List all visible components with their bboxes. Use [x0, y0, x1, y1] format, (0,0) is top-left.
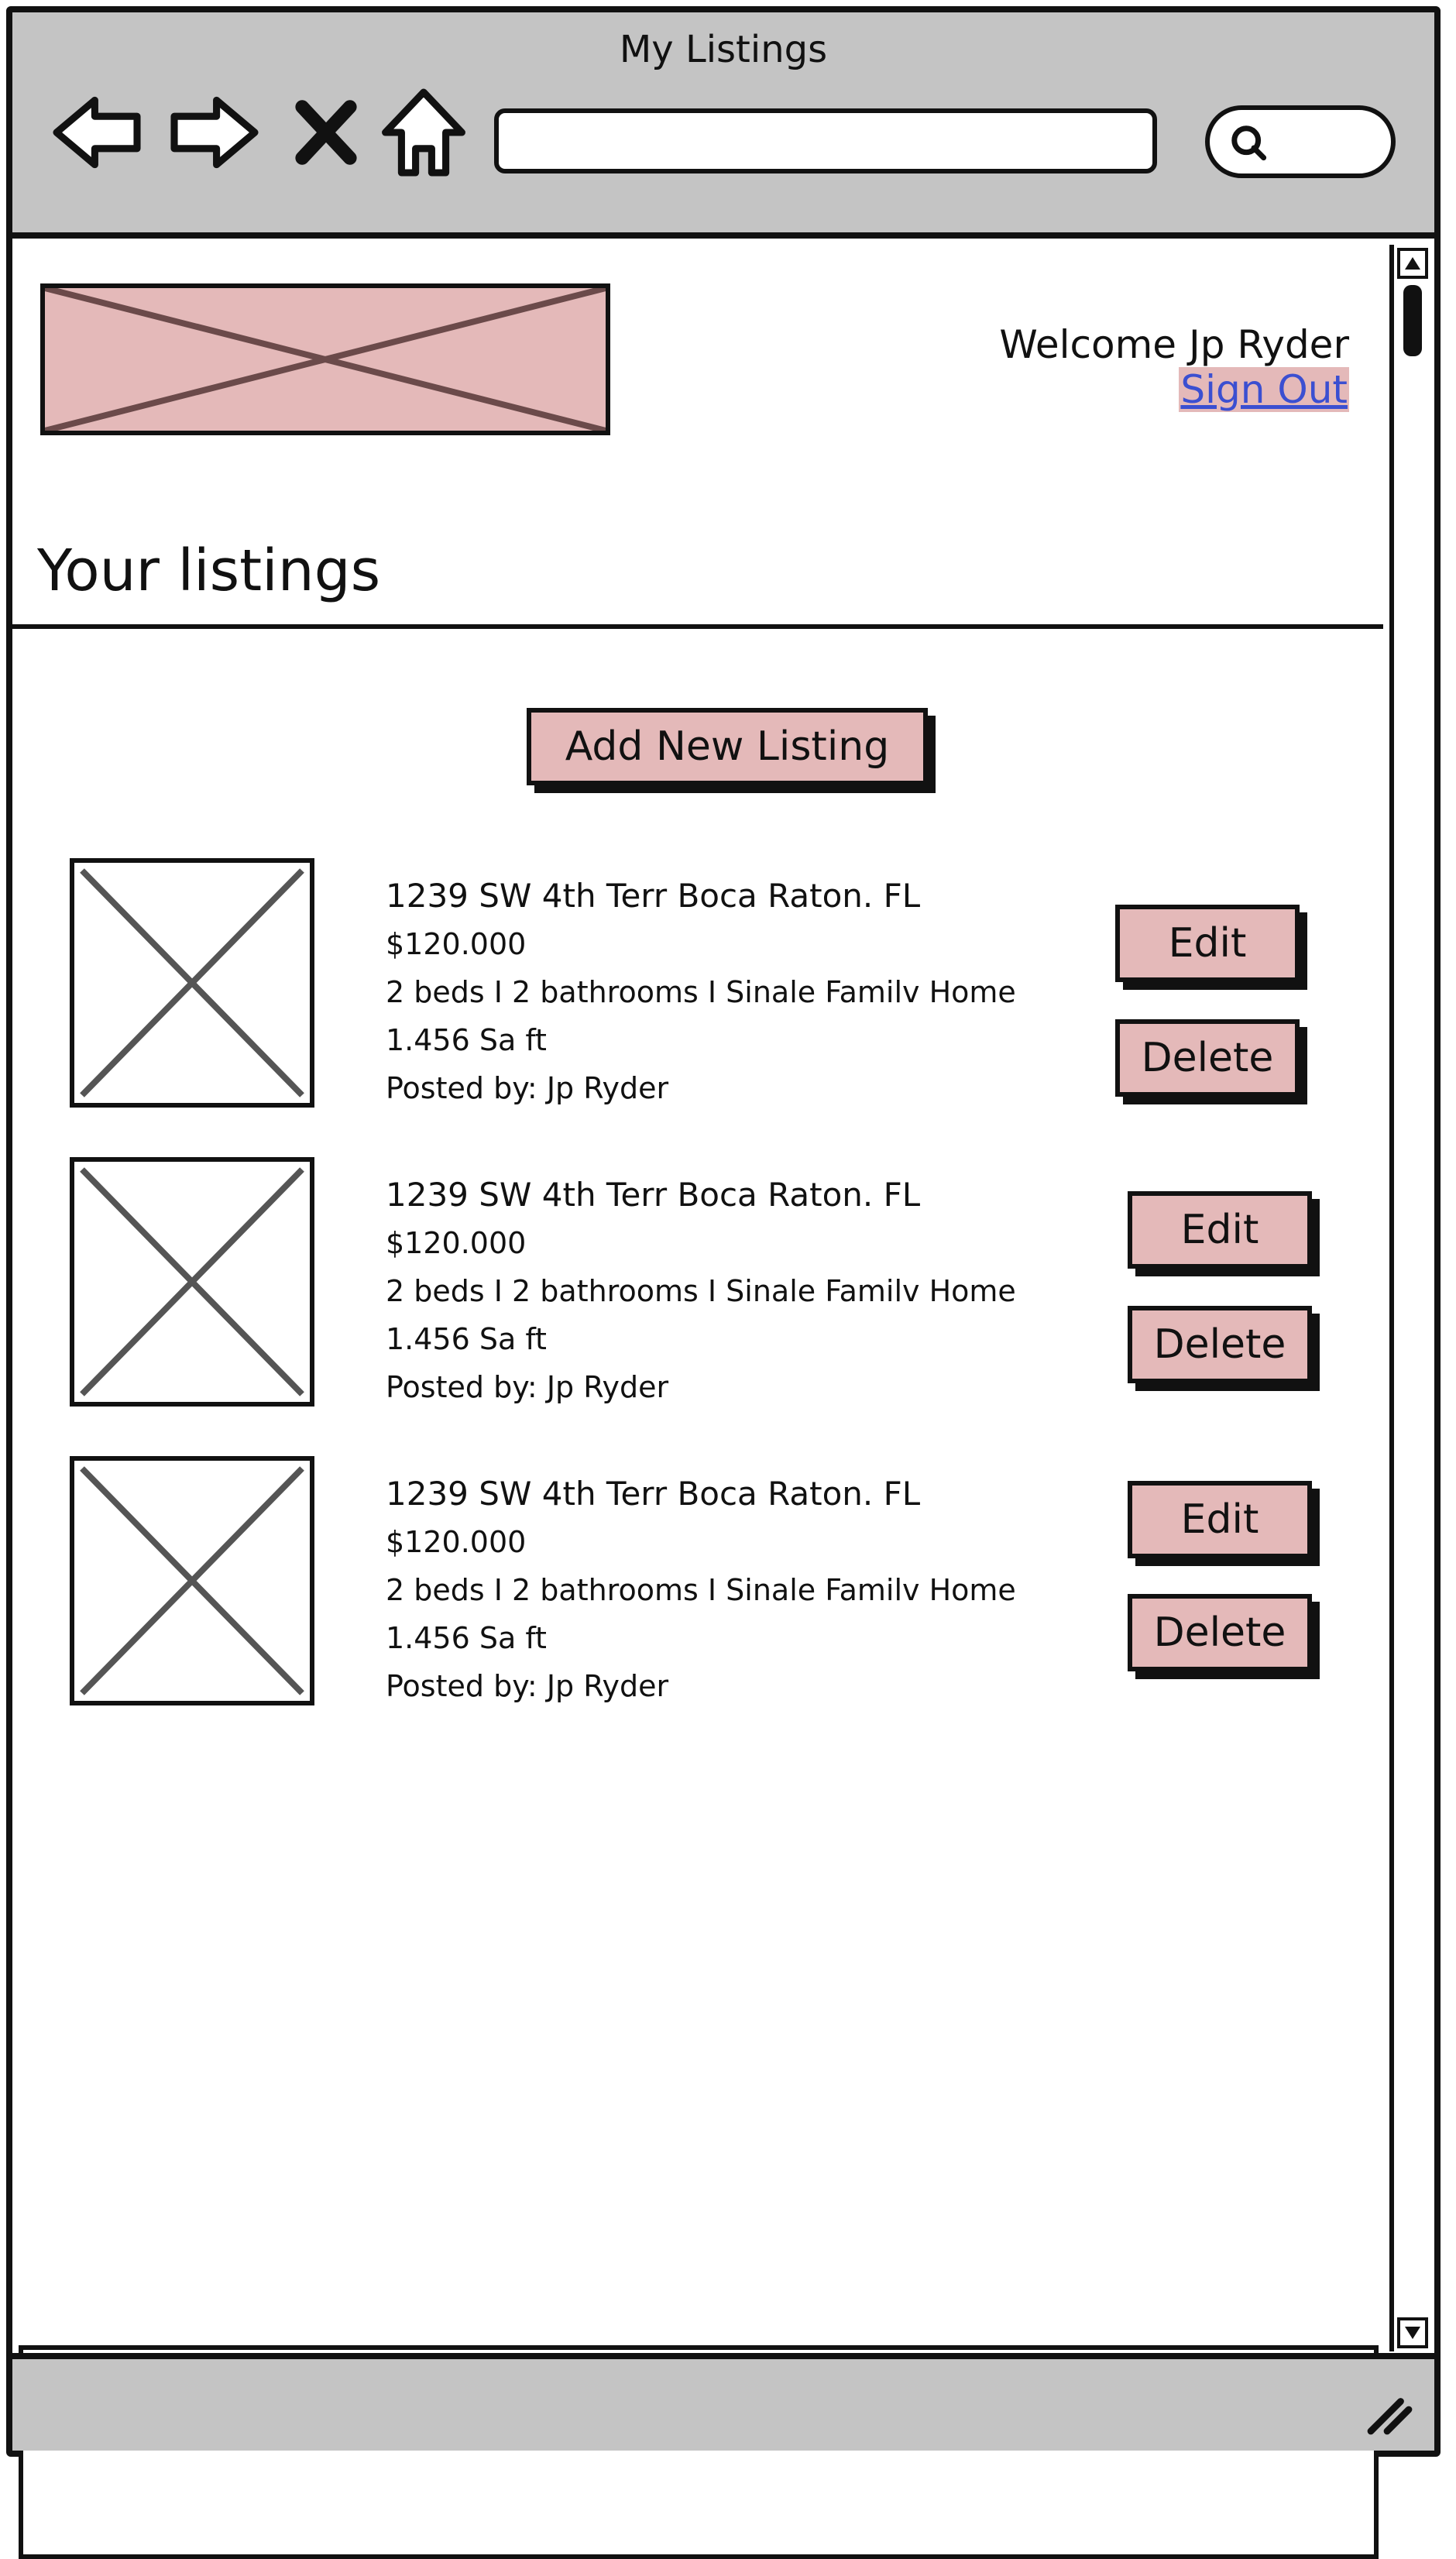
image-placeholder-icon: [80, 868, 304, 1097]
browser-window: My Listings Welcome Jp Ryder Sign Out Yo…: [6, 6, 1441, 2559]
listing-price: $120.000: [386, 927, 527, 961]
add-new-listing-button[interactable]: Add New Listing: [527, 708, 928, 785]
listing-specs: 2 beds I 2 bathrooms I Sinale Familv Hom…: [386, 1573, 1016, 1607]
listing-image-placeholder: [70, 1456, 314, 1705]
listing-image-placeholder: [70, 858, 314, 1108]
search-input[interactable]: [1205, 105, 1396, 178]
listing-price: $120.000: [386, 1226, 527, 1260]
vertical-scrollbar[interactable]: [1389, 245, 1430, 2351]
image-placeholder-icon: [80, 1167, 304, 1396]
delete-button[interactable]: Delete: [1128, 1306, 1312, 1383]
status-bar: [12, 2353, 1434, 2451]
delete-button[interactable]: Delete: [1128, 1594, 1312, 1671]
listing-specs: 2 beds I 2 bathrooms I Sinale Familv Hom…: [386, 1274, 1016, 1308]
home-icon[interactable]: [373, 82, 474, 183]
listing-price: $120.000: [386, 1525, 527, 1559]
delete-button[interactable]: Delete: [1115, 1019, 1300, 1097]
page-title: Your listings: [37, 538, 381, 604]
image-placeholder-icon: [45, 288, 606, 431]
resize-grip-icon[interactable]: [1360, 2382, 1414, 2437]
list-item: 1239 SW 4th Terr Boca Raton. FL $120.000…: [12, 858, 1383, 1114]
list-item: 1239 SW 4th Terr Boca Raton. FL $120.000…: [12, 1157, 1383, 1413]
back-arrow-icon[interactable]: [46, 82, 147, 183]
listing-specs: 2 beds I 2 bathrooms I Sinale Familv Hom…: [386, 975, 1016, 1009]
listing-size: 1.456 Sa ft: [386, 1621, 547, 1655]
window-title: My Listings: [619, 28, 828, 71]
list-item: 1239 SW 4th Terr Boca Raton. FL $120.000…: [12, 1456, 1383, 1712]
listing-address: 1239 SW 4th Terr Boca Raton. FL: [386, 1475, 921, 1513]
listing-details: 1239 SW 4th Terr Boca Raton. FL $120.000…: [386, 872, 1016, 1112]
listing-details: 1239 SW 4th Terr Boca Raton. FL $120.000…: [386, 1171, 1016, 1411]
address-bar[interactable]: [494, 108, 1157, 173]
listing-posted-by: Posted by: Jp Ryder: [386, 1669, 669, 1703]
welcome-text: Welcome Jp Ryder: [999, 322, 1349, 367]
edit-button[interactable]: Edit: [1128, 1191, 1312, 1269]
edit-button[interactable]: Edit: [1115, 905, 1300, 982]
scroll-down-icon[interactable]: [1397, 2317, 1428, 2348]
listing-size: 1.456 Sa ft: [386, 1023, 547, 1057]
close-icon[interactable]: [283, 82, 369, 183]
listing-image-placeholder: [70, 1157, 314, 1407]
sign-out-link[interactable]: Sign Out: [1179, 367, 1349, 412]
listing-posted-by: Posted by: Jp Ryder: [386, 1071, 669, 1105]
listing-address: 1239 SW 4th Terr Boca Raton. FL: [386, 877, 921, 915]
scroll-thumb[interactable]: [1403, 285, 1422, 356]
divider: [12, 624, 1383, 629]
listing-size: 1.456 Sa ft: [386, 1322, 547, 1356]
scroll-up-icon[interactable]: [1397, 248, 1428, 279]
edit-button[interactable]: Edit: [1128, 1481, 1312, 1558]
logo-placeholder: [40, 283, 610, 435]
listing-posted-by: Posted by: Jp Ryder: [386, 1370, 669, 1404]
forward-arrow-icon[interactable]: [164, 82, 265, 183]
image-placeholder-icon: [80, 1466, 304, 1695]
listing-address: 1239 SW 4th Terr Boca Raton. FL: [386, 1176, 921, 1214]
browser-toolbar: My Listings: [12, 12, 1434, 239]
search-icon: [1231, 125, 1267, 161]
listing-details: 1239 SW 4th Terr Boca Raton. FL $120.000…: [386, 1470, 1016, 1710]
